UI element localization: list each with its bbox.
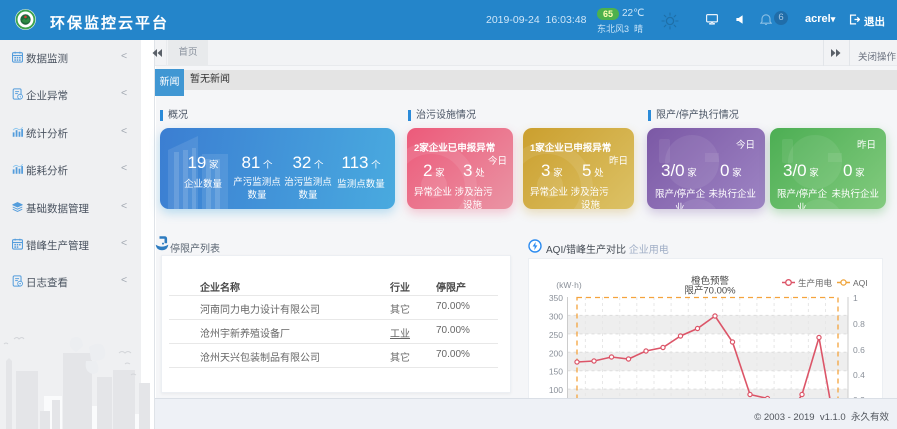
svg-text:(kW·h): (kW·h) bbox=[556, 280, 582, 290]
svg-text:生产用电: 生产用电 bbox=[798, 278, 833, 288]
svg-text:250: 250 bbox=[549, 330, 563, 340]
svg-text:0.8: 0.8 bbox=[853, 319, 865, 329]
svg-text:1: 1 bbox=[853, 293, 858, 303]
svg-text:100: 100 bbox=[549, 385, 563, 395]
svg-text:0.6: 0.6 bbox=[853, 345, 865, 355]
svg-text:150: 150 bbox=[549, 367, 563, 377]
svg-text:0.4: 0.4 bbox=[853, 370, 865, 380]
svg-text:限产70.00%: 限产70.00% bbox=[684, 285, 736, 297]
svg-text:AQI: AQI bbox=[853, 278, 868, 288]
svg-text:300: 300 bbox=[549, 311, 563, 321]
svg-text:200: 200 bbox=[549, 348, 563, 358]
svg-text:350: 350 bbox=[549, 293, 563, 303]
